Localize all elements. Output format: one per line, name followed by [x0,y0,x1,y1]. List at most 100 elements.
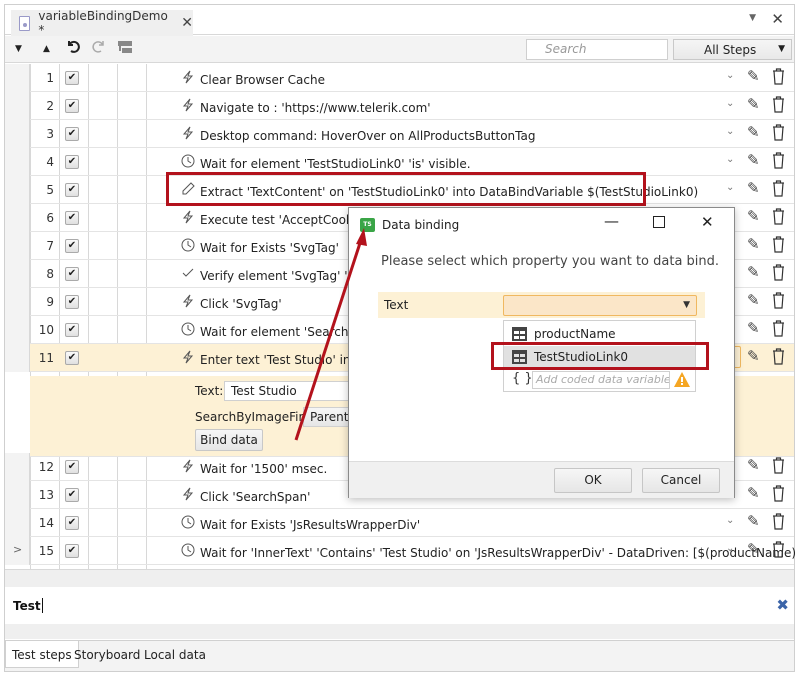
row-gutter[interactable] [5,316,30,344]
clear-icon[interactable]: ✖ [776,596,789,614]
chevron-down-icon[interactable]: ⌄ [726,515,734,526]
step-enabled-checkbox[interactable]: ✔ [65,267,79,281]
triangle-down-icon[interactable]: ▼ [15,44,22,54]
close-icon[interactable]: ✕ [701,213,714,231]
command-input[interactable]: Test ✖ [5,587,794,624]
row-gutter[interactable] [5,148,30,176]
step-row[interactable]: 14 ✔ Wait for Exists 'JsResultsWrapperDiv'… [5,509,794,537]
document-tab[interactable]: variableBindingDemo * ✕ [11,9,193,37]
close-icon[interactable]: ✕ [181,15,193,31]
step-enabled-checkbox[interactable]: ✔ [65,211,79,225]
row-gutter[interactable] [5,92,30,120]
step-description[interactable]: Wait for Exists 'JsResultsWrapperDiv' [180,515,420,532]
trash-icon[interactable] [772,208,785,225]
pencil-icon[interactable]: ✎ [747,540,760,558]
step-row[interactable]: 3 ✔ Desktop command: HoverOver on AllProdu… [5,120,794,148]
step-enabled-checkbox[interactable]: ✔ [65,516,79,530]
search-input[interactable]: Search [526,39,668,60]
trash-icon[interactable] [772,292,785,309]
step-enabled-checkbox[interactable]: ✔ [65,155,79,169]
pencil-icon[interactable]: ✎ [747,484,760,502]
triangle-up-icon[interactable]: ▲ [43,44,50,54]
step-enabled-checkbox[interactable]: ✔ [65,239,79,253]
chevron-down-icon[interactable]: ⌄ [726,182,734,193]
tab-storyboard[interactable]: Storyboard [68,641,146,668]
trash-icon[interactable] [772,320,785,337]
row-gutter[interactable] [5,64,30,92]
tab-local-data[interactable]: Local data [138,641,212,668]
undo-icon[interactable] [65,38,81,57]
step-enabled-checkbox[interactable]: ✔ [65,127,79,141]
trash-icon[interactable] [772,485,785,502]
step-row[interactable]: 1 ✔ Clear Browser Cache ⌄ ✎ [5,64,794,92]
pencil-icon[interactable]: ✎ [747,456,760,474]
pencil-icon[interactable]: ✎ [747,95,760,113]
step-description[interactable]: Wait for Exists 'SvgTag' [180,238,339,255]
trash-icon[interactable] [772,236,785,253]
step-row[interactable]: >15 ✔ Wait for 'InnerText' 'Contains' 'Tes… [5,537,796,565]
step-enabled-checkbox[interactable]: ✔ [65,295,79,309]
ok-button[interactable]: OK [554,468,632,493]
maximize-icon[interactable] [653,216,665,228]
trash-icon[interactable] [772,68,785,85]
chevron-down-icon[interactable]: ⌄ [726,126,734,137]
step-enabled-checkbox[interactable]: ✔ [65,71,79,85]
step-description[interactable]: Wait for 'InnerText' 'Contains' 'Test St… [180,543,796,560]
step-filter-dropdown[interactable]: All Steps ▼ [673,39,792,60]
pencil-icon[interactable]: ✎ [747,179,760,197]
step-description[interactable]: Wait for element 'TestStudioLink0' 'is' … [180,154,471,171]
row-gutter[interactable]: > [5,537,30,565]
pencil-icon[interactable]: ✎ [747,263,760,281]
step-enabled-checkbox[interactable]: ✔ [65,488,79,502]
row-gutter[interactable] [5,232,30,260]
pencil-icon[interactable]: ✎ [747,151,760,169]
trash-icon[interactable] [772,457,785,474]
chevron-down-icon[interactable]: ▼ [749,13,756,23]
pencil-icon[interactable]: ✎ [747,67,760,85]
step-description[interactable]: Clear Browser Cache [180,70,325,87]
row-gutter[interactable] [5,453,30,481]
trash-icon[interactable] [772,96,785,113]
coded-variable-input[interactable]: Add coded data variable [532,371,670,389]
step-description[interactable]: Wait for '1500' msec. [180,459,327,476]
trash-icon[interactable] [772,348,785,365]
pencil-icon[interactable]: ✎ [747,512,760,530]
trash-icon[interactable] [772,152,785,169]
bind-data-button[interactable]: Bind data [195,429,263,451]
step-description[interactable]: Wait for element 'SearchInpu [180,322,375,339]
row-gutter[interactable] [5,204,30,232]
cancel-button[interactable]: Cancel [642,468,720,493]
row-gutter[interactable] [5,344,30,372]
step-enabled-checkbox[interactable]: ✔ [65,460,79,474]
step-description[interactable]: Navigate to : 'https://www.telerik.com' [180,98,431,115]
row-gutter[interactable] [5,120,30,148]
pencil-icon[interactable]: ✎ [747,207,760,225]
step-enabled-checkbox[interactable]: ✔ [65,183,79,197]
chevron-down-icon[interactable]: ⌄ [726,70,734,81]
row-gutter[interactable] [5,288,30,316]
chevron-down-icon[interactable]: ⌄ [726,154,734,165]
trash-icon[interactable] [772,124,785,141]
trash-icon[interactable] [772,180,785,197]
trash-icon[interactable] [772,264,785,281]
step-description[interactable]: Click 'SearchSpan' [180,487,310,504]
chevron-down-icon[interactable]: ⌄ [726,543,734,554]
row-gutter[interactable] [5,176,30,204]
row-gutter[interactable] [5,481,30,509]
redo-icon[interactable] [91,38,107,57]
property-binding-dropdown[interactable]: ▼ [503,295,697,316]
search-by-image-dropdown[interactable]: ParentS [303,407,353,427]
step-enabled-checkbox[interactable]: ✔ [65,323,79,337]
step-row[interactable]: 2 ✔ Navigate to : 'https://www.telerik.com… [5,92,794,120]
pencil-icon[interactable]: ✎ [747,347,760,365]
row-gutter[interactable] [5,260,30,288]
chevron-down-icon[interactable]: ⌄ [726,98,734,109]
step-enabled-checkbox[interactable]: ✔ [65,351,79,365]
step-enabled-checkbox[interactable]: ✔ [65,544,79,558]
group-steps-icon[interactable] [117,39,133,58]
pencil-icon[interactable]: ✎ [747,291,760,309]
minimize-icon[interactable]: — [604,212,619,230]
trash-icon[interactable] [772,513,785,530]
step-description[interactable]: Click 'SvgTag' [180,294,282,311]
trash-icon[interactable] [772,541,785,558]
